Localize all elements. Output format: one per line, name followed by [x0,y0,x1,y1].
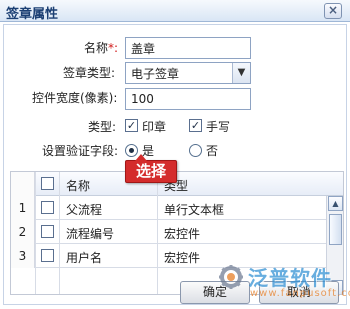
table-row[interactable]: 1 父流程 单行文本框 [11,196,343,220]
row-type: 单行文本框 [164,203,225,217]
row-name: 用户名 [66,251,103,265]
row-name: 流程编号 [66,227,115,241]
verify-no-radio[interactable] [189,144,202,157]
brand-url: www.fanpusoft.com [250,288,350,299]
row-type: 宏控件 [164,251,201,265]
scroll-thumb[interactable] [329,214,342,245]
control-width-label: 控件宽度(像素): [32,91,118,105]
row-checkbox[interactable] [41,225,54,238]
gear-icon [219,265,243,289]
grid-header-name: 名称 [66,179,91,193]
brand-watermark: 泛普软件 www.fanpusoft.com [218,261,350,303]
close-button[interactable]: × [324,3,342,19]
chevron-up-icon[interactable]: ▲ [328,196,343,211]
select-tooltip: 选择 [125,154,177,183]
brand-name: 泛普软件 [248,266,332,290]
dialog-titlebar: 签章属性 × [0,0,350,22]
row-type: 宏控件 [164,227,201,241]
required-mark: *: [108,41,119,55]
row-number: 1 [11,196,35,220]
row-name: 父流程 [66,203,103,217]
seal-label: 印章 [142,120,167,134]
control-width-input[interactable] [125,88,251,110]
handwritten-checkbox[interactable]: ✓ [189,119,202,132]
name-input[interactable] [125,37,251,59]
seal-checkbox[interactable]: ✓ [125,119,138,132]
type-label: 类型: [88,120,117,134]
verify-no-label: 否 [206,144,219,158]
row-checkbox[interactable] [41,201,54,214]
row-number: 2 [11,220,35,244]
grid-corner [11,172,35,196]
handwritten-label: 手写 [206,120,231,134]
signature-type-select[interactable]: 电子签章 ▼ [125,62,251,84]
table-row[interactable]: 2 流程编号 宏控件 [11,220,343,244]
name-label: 名称*: [84,41,119,55]
row-checkbox[interactable] [41,249,54,262]
grid-header: 名称 类型 [11,172,343,196]
row-number: 3 [11,244,35,268]
close-icon: × [327,3,339,17]
signature-type-value: 电子签章 [131,67,180,81]
dialog-title: 签章属性 [6,7,59,22]
select-all-checkbox[interactable] [41,177,54,190]
signature-type-label: 签章类型: [63,66,116,80]
chevron-down-icon[interactable]: ▼ [232,63,250,83]
verify-field-label: 设置验证字段: [42,144,119,158]
